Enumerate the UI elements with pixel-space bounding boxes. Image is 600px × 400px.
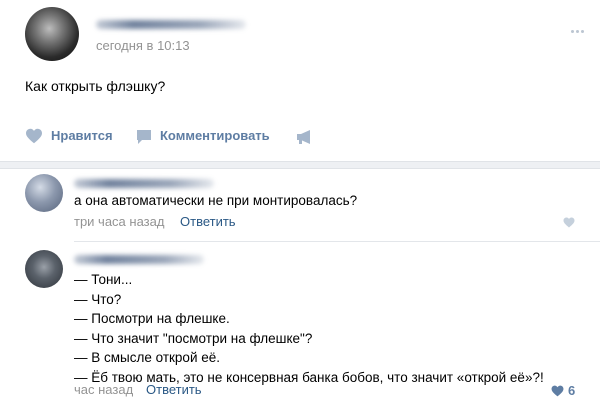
comment-label: Комментировать: [160, 128, 270, 143]
post-text: Как открыть флэшку?: [25, 78, 166, 94]
comment-2-text: — Тони... — Что? — Посмотри на флешке. —…: [74, 270, 544, 387]
post-timestamp[interactable]: сегодня в 10:13: [96, 38, 190, 53]
comment-1-time[interactable]: три часа назад: [74, 214, 164, 229]
comment-1-reply-link[interactable]: Ответить: [180, 214, 236, 229]
comment-1-like-icon[interactable]: [563, 217, 575, 228]
comment-1-text: а она автоматически не при монтировалась…: [74, 193, 358, 208]
comment-2-line: — Тони...: [74, 272, 133, 287]
comment-divider: [74, 241, 600, 242]
comment-2-line: — Ёб твою мать, это не консервная банка …: [74, 369, 544, 385]
comment-2-line: — В смысле открой её.: [74, 350, 221, 365]
comment-1-author-name-blurred[interactable]: [74, 179, 214, 188]
like-label: Нравится: [51, 128, 113, 143]
comment-2-like-icon: [551, 385, 564, 397]
comment-icon: [137, 130, 151, 144]
comment-2-author-name-blurred[interactable]: [74, 255, 204, 264]
comment-2-time[interactable]: час назад: [74, 382, 133, 397]
comment-2-author-avatar[interactable]: [25, 250, 63, 288]
more-options-icon[interactable]: [571, 20, 586, 38]
comment-2-reply-link[interactable]: Ответить: [146, 382, 202, 397]
comment-2-like-count: 6: [568, 383, 576, 398]
comment-2-line: — Что?: [74, 291, 122, 307]
heart-icon: [26, 128, 42, 144]
comment-1-author-avatar[interactable]: [25, 174, 63, 212]
comment-2-line: — Посмотри на флешке.: [74, 311, 230, 326]
share-megaphone-icon[interactable]: [296, 129, 314, 145]
post-comments-separator: [0, 161, 600, 169]
post-author-name-blurred[interactable]: [96, 20, 246, 29]
comment-2-line: — Что значит "посмотри на флешке"?: [74, 330, 313, 346]
post-author-avatar[interactable]: [25, 7, 79, 61]
